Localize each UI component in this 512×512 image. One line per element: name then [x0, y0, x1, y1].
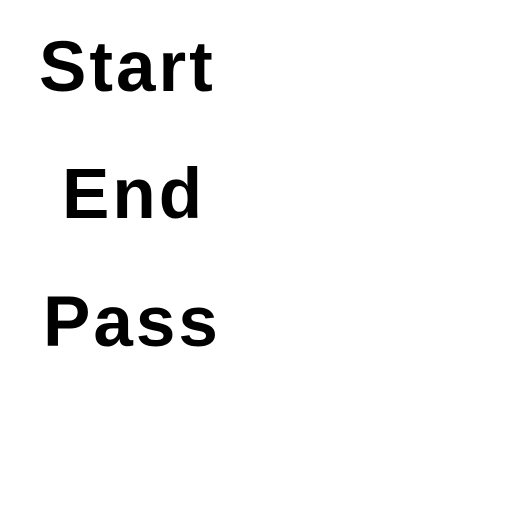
pass-label[interactable]: Pass	[43, 287, 221, 358]
start-label[interactable]: Start	[39, 32, 216, 103]
end-label[interactable]: End	[62, 159, 205, 230]
